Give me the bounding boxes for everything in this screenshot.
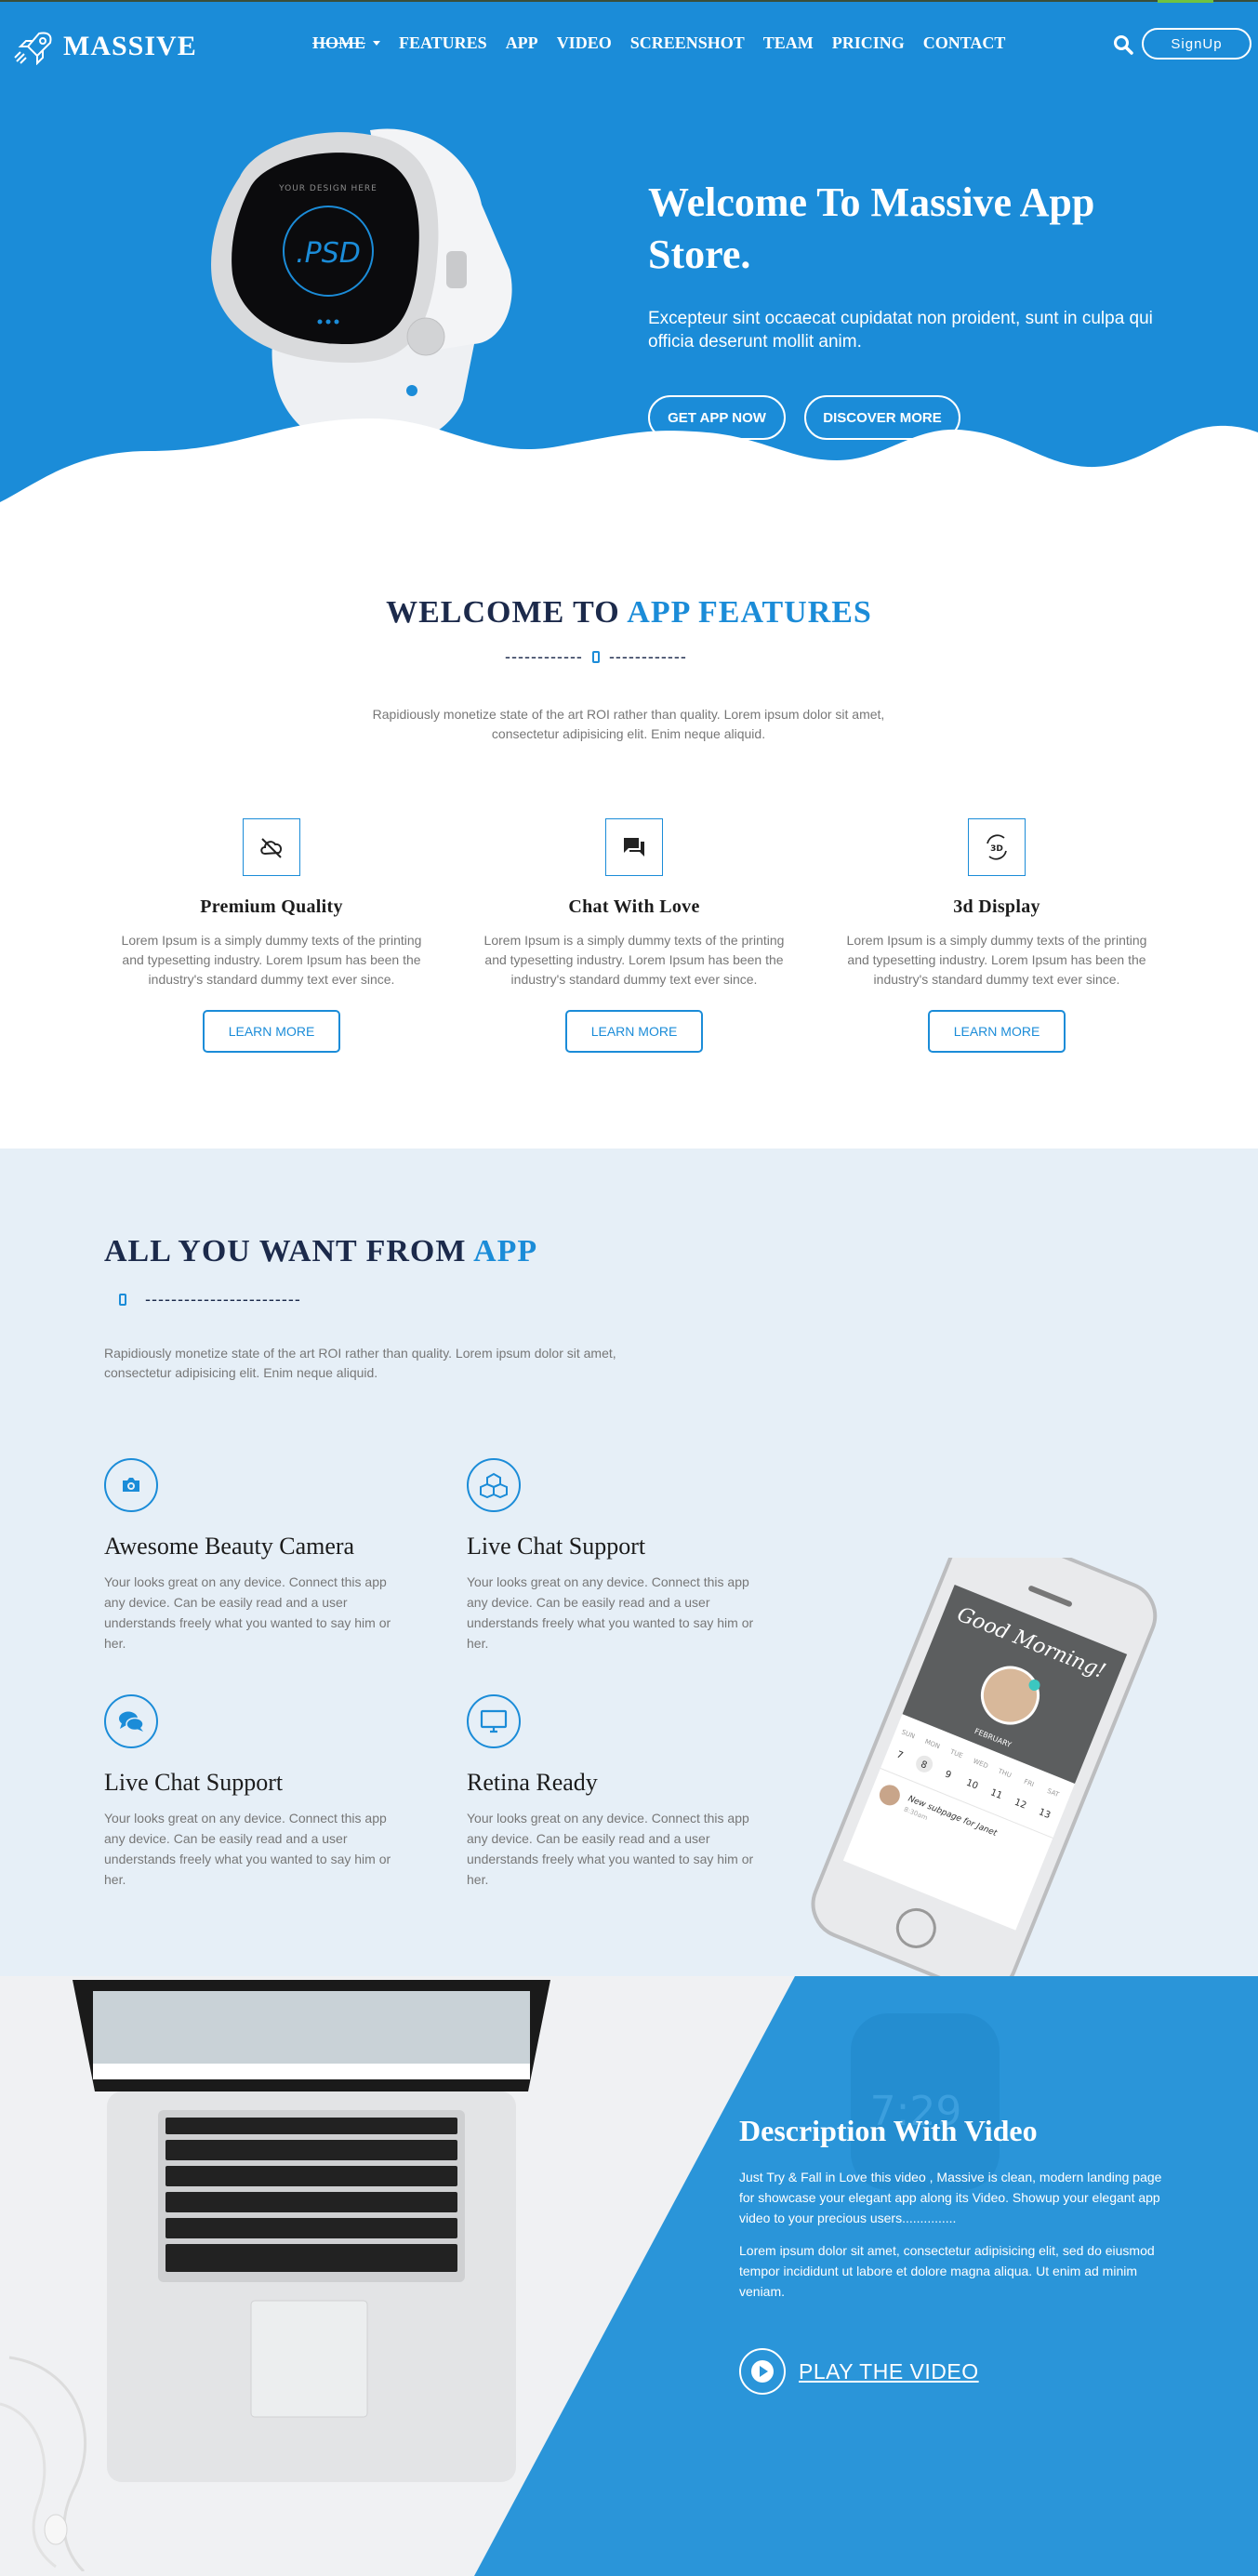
divider-dashes: ------------ bbox=[505, 647, 583, 666]
video-paragraph: Lorem ipsum dolor sit amet, consectetur … bbox=[739, 2243, 1155, 2299]
heading-accent: APP bbox=[473, 1234, 538, 1268]
video-title: Description With Video bbox=[739, 2114, 1038, 2147]
play-video-button[interactable]: PLAY THE VIDEO bbox=[739, 2348, 979, 2395]
section-divider: ------------ ------------ bbox=[505, 647, 687, 667]
nav-label: PRICING bbox=[831, 33, 905, 52]
feature-card: Chat With Love Lorem Ipsum is a simply d… bbox=[467, 818, 801, 1053]
earphones-image bbox=[0, 2356, 87, 2571]
learn-more-button[interactable]: LEARN MORE bbox=[565, 1010, 703, 1053]
heading-accent: APP FEATURES bbox=[627, 595, 872, 630]
feature-text: Lorem Ipsum is a simply dummy texts of t… bbox=[846, 933, 1147, 987]
nav-item-home[interactable]: HOME bbox=[312, 33, 380, 53]
rocket-logo-icon bbox=[14, 32, 52, 65]
nav-label: APP bbox=[505, 33, 538, 52]
benefit-item: Live Chat Support Your looks great on an… bbox=[104, 1694, 411, 1890]
benefit-text: Your looks great on any device. Connect … bbox=[104, 1811, 391, 1887]
nav-item-contact[interactable]: CONTACT bbox=[923, 33, 1006, 53]
play-icon bbox=[739, 2348, 786, 2395]
svg-text:3D: 3D bbox=[990, 844, 1003, 854]
main-nav: HOME FEATURES APP VIDEO SCREENSHOT TEAM … bbox=[312, 33, 1024, 53]
chevron-down-icon bbox=[373, 41, 380, 46]
divider-dashes: ------------ bbox=[608, 647, 687, 666]
features-heading: WELCOME TO APP FEATURES bbox=[0, 595, 1258, 631]
feature-text: Lorem Ipsum is a simply dummy texts of t… bbox=[121, 933, 422, 987]
benefit-title: Retina Ready bbox=[467, 1769, 598, 1796]
app-benefits-section: ALL YOU WANT FROM APP ------------------… bbox=[0, 1149, 1258, 1976]
chat-bubbles-icon bbox=[104, 1694, 158, 1748]
nav-label: TEAM bbox=[762, 33, 814, 52]
nav-item-video[interactable]: VIDEO bbox=[557, 33, 612, 53]
search-icon[interactable] bbox=[1113, 34, 1133, 55]
features-section: WELCOME TO APP FEATURES ------------ ---… bbox=[0, 521, 1258, 1149]
benefit-title: Live Chat Support bbox=[467, 1533, 646, 1560]
laptop-image bbox=[73, 1980, 550, 2482]
nav-label: SCREENSHOT bbox=[629, 33, 745, 52]
video-paragraph: Just Try & Fall in Love this video , Mas… bbox=[739, 2170, 1162, 2225]
benefits-description: Rapidiously monetize state of the art RO… bbox=[104, 1346, 616, 1380]
learn-more-button[interactable]: LEARN MORE bbox=[928, 1010, 1066, 1053]
divider-dashes: ------------------------ bbox=[145, 1290, 301, 1308]
learn-more-button[interactable]: LEARN MORE bbox=[203, 1010, 340, 1053]
monitor-icon bbox=[467, 1694, 521, 1748]
hero-subtitle: Excepteur sint occaecat cupidatat non pr… bbox=[648, 309, 1153, 352]
benefit-item: Awesome Beauty Camera Your looks great o… bbox=[104, 1458, 411, 1653]
feature-title: Premium Quality bbox=[200, 896, 343, 917]
features-description: Rapidiously monetize state of the art RO… bbox=[372, 707, 885, 741]
benefit-item: Retina Ready Your looks great on any dev… bbox=[467, 1694, 774, 1890]
feature-title: Chat With Love bbox=[568, 896, 700, 917]
top-border bbox=[0, 0, 1258, 2]
hero-wave-divider bbox=[0, 418, 1258, 521]
heading-plain: WELCOME TO bbox=[386, 595, 628, 630]
video-section: 7:29 Description With Video Just Try & F… bbox=[0, 1976, 1258, 2576]
phone-icon bbox=[119, 1294, 126, 1306]
nav-item-screenshot[interactable]: SCREENSHOT bbox=[630, 33, 745, 53]
watch-psd-text: .PSD bbox=[296, 237, 361, 270]
logo[interactable]: MASSIVE bbox=[13, 28, 197, 65]
cloud-off-icon bbox=[243, 818, 300, 876]
nav-item-pricing[interactable]: PRICING bbox=[832, 33, 905, 53]
play-video-label: PLAY THE VIDEO bbox=[799, 2358, 979, 2383]
benefit-item: Live Chat Support Your looks great on an… bbox=[467, 1458, 774, 1653]
feature-card: 3D 3d Display Lorem Ipsum is a simply du… bbox=[829, 818, 1164, 1053]
section-divider: ------------------------ bbox=[119, 1290, 301, 1309]
heading-plain: ALL YOU WANT FROM bbox=[104, 1234, 474, 1268]
nav-label: FEATURES bbox=[399, 33, 487, 52]
chat-icon bbox=[605, 818, 663, 876]
benefits-heading: ALL YOU WANT FROM APP bbox=[104, 1234, 537, 1269]
nav-label: VIDEO bbox=[556, 33, 612, 52]
smartwatch-image: .PSD YOUR DESIGN HERE bbox=[211, 128, 512, 451]
benefit-title: Live Chat Support bbox=[104, 1769, 284, 1796]
nav-label: HOME bbox=[312, 33, 365, 52]
smartphone-image: Good Morning! FEBRUARY SUN MON TUE WED T… bbox=[811, 1558, 1158, 1976]
nav-item-features[interactable]: FEATURES bbox=[399, 33, 487, 53]
hero-section: MASSIVE HOME FEATURES APP VIDEO SCREENSH… bbox=[0, 0, 1258, 521]
signup-button[interactable]: SignUp bbox=[1142, 28, 1251, 60]
phone-icon bbox=[591, 651, 600, 663]
watch-design-text: YOUR DESIGN HERE bbox=[278, 184, 377, 193]
hero-title: Welcome To Massive App Store. bbox=[648, 179, 1095, 277]
cubes-icon bbox=[467, 1458, 521, 1512]
camera-icon bbox=[104, 1458, 158, 1512]
feature-text: Lorem Ipsum is a simply dummy texts of t… bbox=[483, 933, 785, 987]
nav-label: CONTACT bbox=[922, 33, 1006, 52]
feature-title: 3d Display bbox=[953, 896, 1040, 917]
feature-card: Premium Quality Lorem Ipsum is a simply … bbox=[104, 818, 439, 1053]
benefit-text: Your looks great on any device. Connect … bbox=[104, 1574, 391, 1651]
benefit-title: Awesome Beauty Camera bbox=[104, 1533, 355, 1560]
top-accent bbox=[1158, 0, 1213, 3]
benefit-text: Your looks great on any device. Connect … bbox=[467, 1574, 754, 1651]
nav-item-app[interactable]: APP bbox=[506, 33, 538, 53]
brand-name: MASSIVE bbox=[63, 31, 197, 61]
nav-item-team[interactable]: TEAM bbox=[763, 33, 814, 53]
3d-rotation-icon: 3D bbox=[968, 818, 1026, 876]
benefit-text: Your looks great on any device. Connect … bbox=[467, 1811, 754, 1887]
